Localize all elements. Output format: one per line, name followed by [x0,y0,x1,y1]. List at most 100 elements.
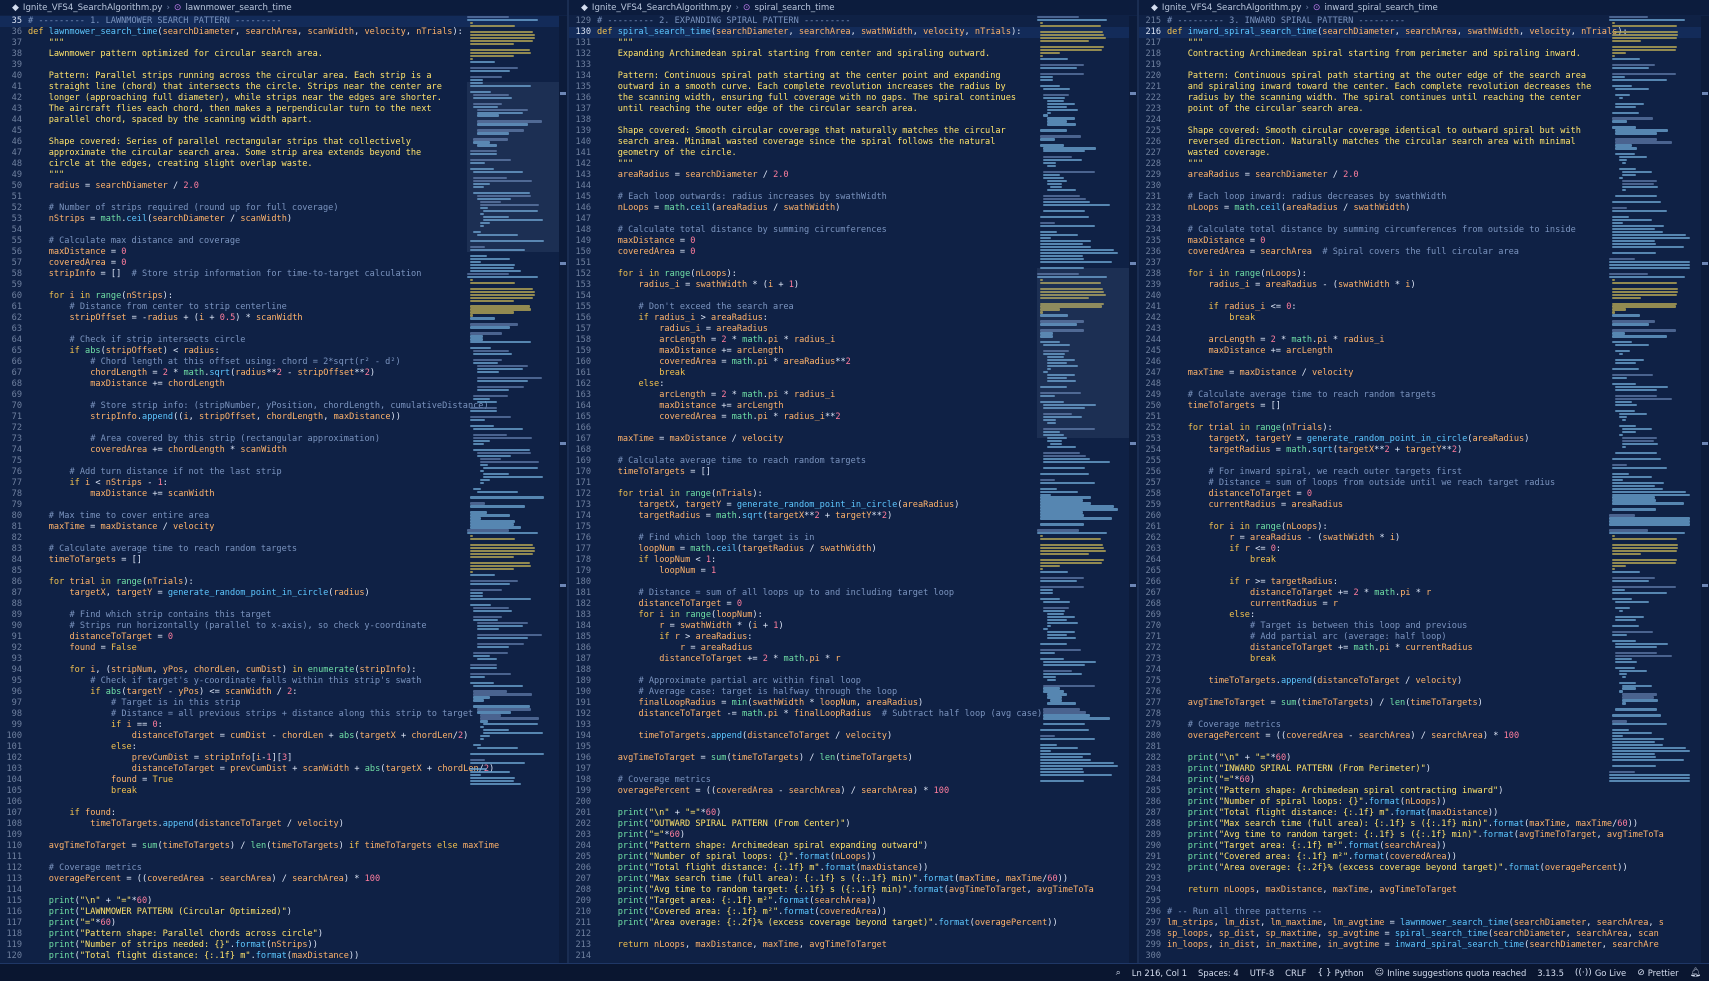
minimap-line [470,69,511,72]
minimap-line [1040,84,1060,87]
minimap-line [1040,493,1052,496]
cursor-position[interactable]: Ln 216, Col 1 [1132,968,1187,978]
line-number: 271 [1145,632,1161,642]
minimap-line [1621,702,1627,705]
minimap-line [1621,171,1652,174]
minimap-line [1612,120,1628,123]
line-number: 215 [1145,16,1161,26]
minimap-line [1621,162,1627,165]
minimap-line [1043,96,1065,99]
zoom-status[interactable]: ⌕ [1116,968,1121,978]
line-number: 226 [1145,137,1161,147]
minimap-line [470,317,495,320]
line-number: 97 [11,698,22,708]
line-number: 191 [575,698,591,708]
breadcrumb[interactable]: ◆ Ignite_VFS4_SearchAlgorithm.py › ⊙ inw… [1139,0,1709,15]
minimap-line [1043,669,1073,672]
minimap-slider[interactable] [467,82,559,252]
minimap-line [1615,147,1638,150]
line-number: 106 [6,797,22,807]
minimap-line [1612,332,1625,335]
minimap-line [483,472,510,475]
breadcrumb-file[interactable]: Ignite_VFS4_SearchAlgorithm.py [1162,3,1302,13]
breadcrumb-symbol[interactable]: spiral_search_time [754,3,834,13]
minimap-line [1046,612,1065,616]
line-number: 262 [1145,533,1161,543]
line-number: 273 [1145,654,1161,664]
minimap-line [470,314,473,317]
breadcrumb-symbol[interactable]: inward_spiral_search_time [1324,3,1437,13]
line-number: 65 [11,346,22,356]
breadcrumb-file[interactable]: Ignite_VFS4_SearchAlgorithm.py [592,3,732,13]
editor-pane-middle[interactable]: ◆ Ignite_VFS4_SearchAlgorithm.py › ⊙ spi… [569,0,1139,963]
minimap-line [1612,463,1628,466]
line-number: 187 [575,654,591,664]
line-number: 205 [575,852,591,862]
breadcrumb-symbol[interactable]: lawnmower_search_time [185,3,291,13]
line-number: 269 [1145,610,1161,620]
minimap-line [1618,168,1637,171]
line-number: 70 [11,401,22,411]
minimap-line [1043,150,1086,153]
minimap-line [1046,189,1077,192]
encoding-status[interactable]: UTF-8 [1250,968,1274,978]
minimap-line [1612,591,1667,595]
copilot-status[interactable]: ☺ Inline suggestions quota reached [1375,968,1527,978]
line-number: 145 [575,192,591,202]
language-mode[interactable]: { } Python [1317,968,1363,978]
eol-status[interactable]: CRLF [1285,968,1306,978]
vertical-scrollbar[interactable] [1701,16,1709,963]
minimap-line [1046,102,1076,105]
line-number: 258 [1145,489,1161,499]
minimap-line [1621,699,1659,702]
line-number: 292 [1145,863,1161,873]
minimap-line [470,305,530,308]
scrollbar-marker [1702,91,1708,95]
minimap-line [1049,186,1062,189]
line-number: 225 [1145,126,1161,136]
minimap-slider[interactable] [1037,268,1129,438]
minimap-line [473,684,523,687]
minimap-line [1615,153,1635,156]
minimap-line [1615,651,1658,654]
minimap-line [1040,774,1113,777]
minimap-line [470,556,514,559]
minimap-line [1615,618,1636,622]
editor-pane-left[interactable]: ◆ Ignite_VFS4_SearchAlgorithm.py › ⊙ law… [0,0,569,963]
minimap-line [470,338,483,341]
minimap-line [1040,24,1102,28]
breadcrumb-file[interactable]: Ignite_VFS4_SearchAlgorithm.py [23,3,163,13]
minimap-line [1609,774,1690,777]
scrollbar-marker [560,91,566,95]
minimap-line [470,583,511,586]
minimap-line [470,502,486,505]
minimap-line [476,708,531,711]
python-version[interactable]: 3.13.5 [1537,968,1564,978]
minimap-line [1612,765,1657,768]
minimap[interactable] [1037,16,1129,963]
breadcrumb[interactable]: ◆ Ignite_VFS4_SearchAlgorithm.py › ⊙ law… [0,0,567,15]
minimap-line [1621,418,1627,422]
line-number: 119 [6,940,22,950]
minimap-line [1043,672,1083,675]
vertical-scrollbar[interactable] [1129,16,1137,963]
minimap-line [476,642,525,645]
minimap-line [1046,693,1067,696]
minimap-line [1612,756,1657,759]
minimap-line [1612,335,1667,338]
line-number: 299 [1145,940,1161,950]
indentation-status[interactable]: Spaces: 4 [1198,968,1239,978]
minimap-line [470,672,511,675]
minimap-line [1043,690,1064,693]
notifications-button[interactable]: 🔔︎ [1690,968,1701,978]
minimap-line [1612,720,1628,723]
minimap-line [1040,505,1115,508]
minimap[interactable] [1609,16,1701,963]
minimap-line [1615,389,1658,392]
minimap-line [1043,198,1086,201]
vertical-scrollbar[interactable] [559,16,567,963]
breadcrumb[interactable]: ◆ Ignite_VFS4_SearchAlgorithm.py › ⊙ spi… [569,0,1137,15]
go-live-button[interactable]: ((·)) Go Live [1575,968,1626,978]
editor-pane-right[interactable]: ◆ Ignite_VFS4_SearchAlgorithm.py › ⊙ inw… [1139,0,1709,963]
prettier-status[interactable]: ⊘ Prettier [1637,968,1678,978]
